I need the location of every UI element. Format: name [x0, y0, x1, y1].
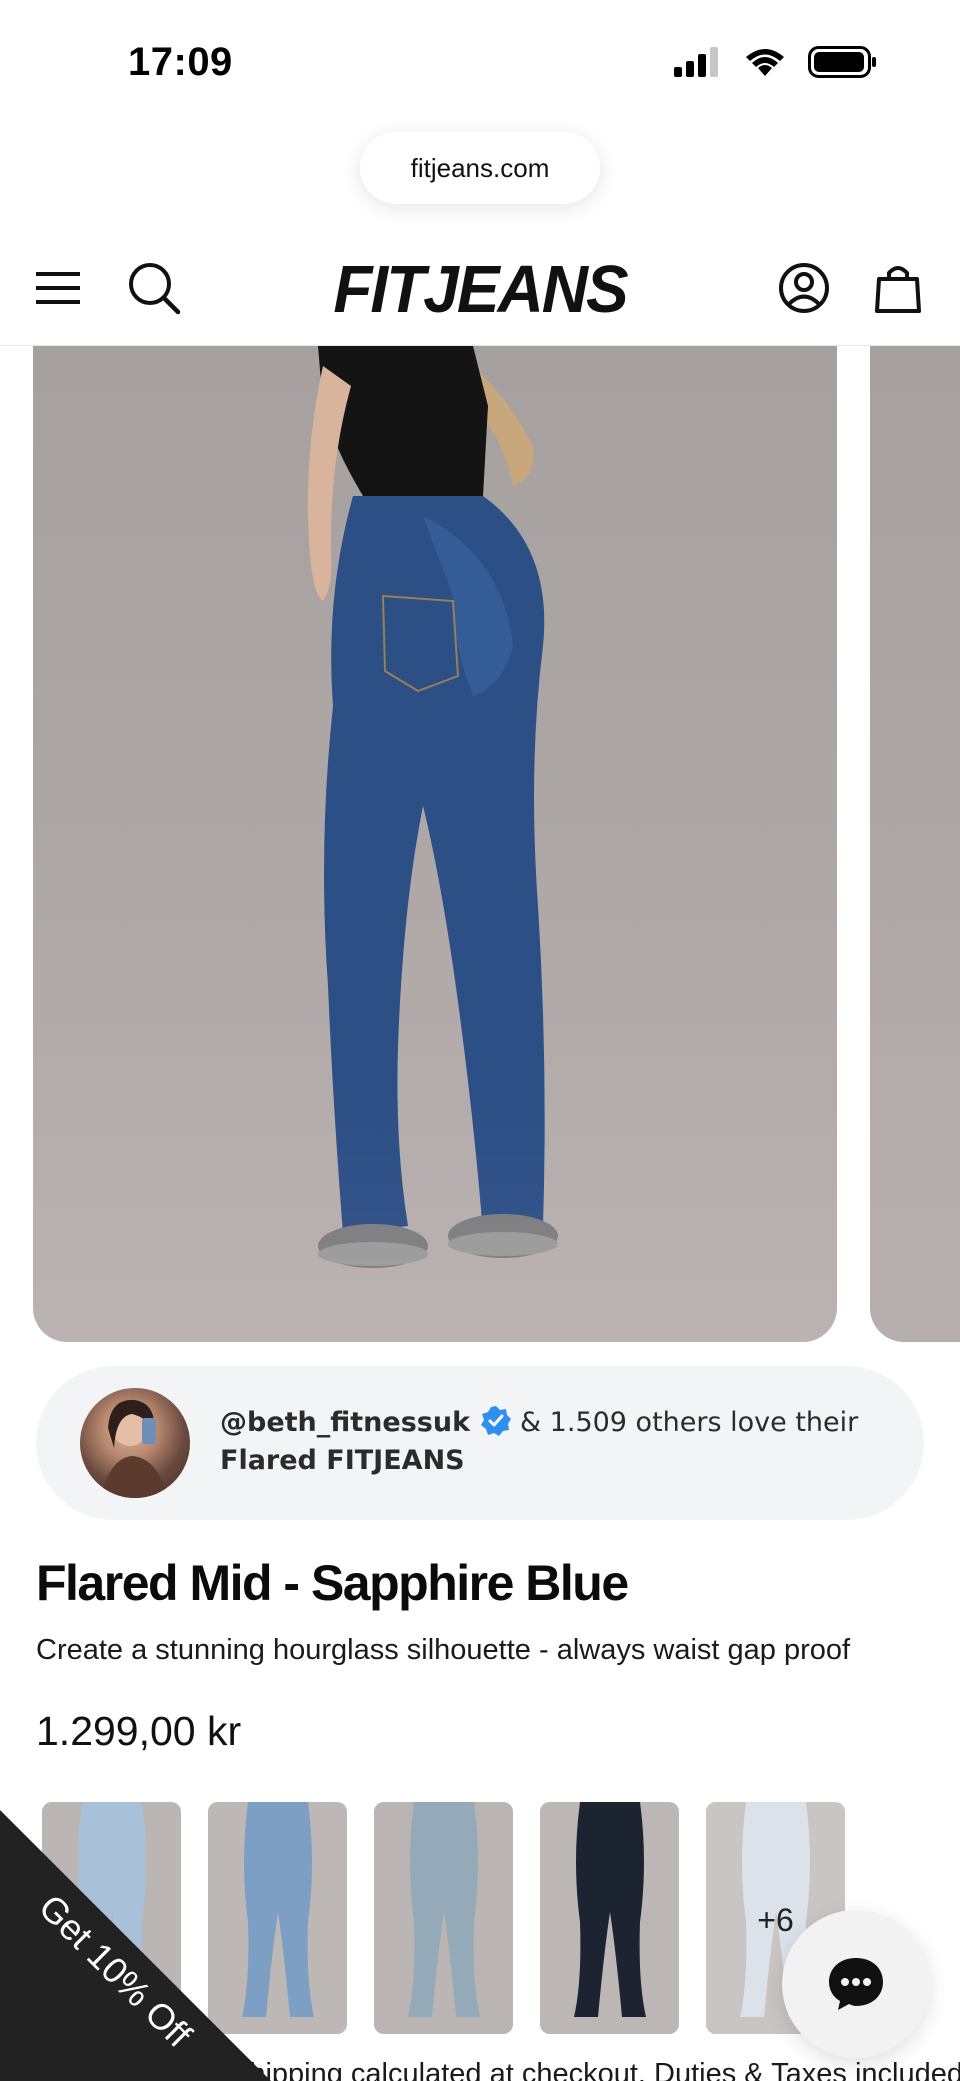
status-bar: 17:09	[0, 0, 960, 120]
product-gallery[interactable]	[0, 346, 960, 1342]
signal-icon	[674, 47, 718, 77]
chat-button[interactable]	[782, 1910, 930, 2058]
variant-swatch[interactable]	[208, 1802, 347, 2034]
site-header: FITJEANS	[0, 230, 960, 346]
social-proof-card[interactable]: @beth_fitnessuk & 1.509 others love thei…	[36, 1366, 924, 1520]
social-proof-text: @beth_fitnessuk & 1.509 others love thei…	[220, 1404, 900, 1480]
battery-icon	[808, 46, 876, 78]
product-price: 1.299,00 kr	[36, 1708, 242, 1754]
image-floor-shadow	[33, 1082, 837, 1342]
url-bar[interactable]: fitjeans.com	[360, 132, 600, 204]
social-proof-count: & 1.509 others love their	[520, 1407, 859, 1438]
url-text: fitjeans.com	[410, 152, 550, 183]
status-time: 17:09	[128, 40, 233, 84]
product-title: Flared Mid - Sapphire Blue	[36, 1555, 629, 1611]
product-subtitle: Create a stunning hourglass silhouette -…	[36, 1634, 851, 1666]
social-proof-product: Flared FITJEANS	[220, 1445, 465, 1476]
wifi-icon	[746, 49, 784, 76]
verified-badge-icon	[481, 1406, 512, 1436]
variant-swatch[interactable]	[540, 1802, 679, 2034]
variant-swatch[interactable]	[374, 1802, 513, 2034]
next-product-image[interactable]	[870, 346, 960, 1342]
product-image[interactable]	[33, 346, 837, 1342]
account-icon[interactable]	[774, 258, 834, 318]
influencer-handle[interactable]: @beth_fitnessuk	[220, 1407, 470, 1438]
avatar	[80, 1388, 190, 1498]
chat-icon	[829, 1958, 883, 2010]
checkout-note: Shipping calculated at checkout. Duties …	[230, 2058, 960, 2081]
bag-icon[interactable]	[868, 258, 928, 318]
status-icons	[672, 46, 878, 78]
